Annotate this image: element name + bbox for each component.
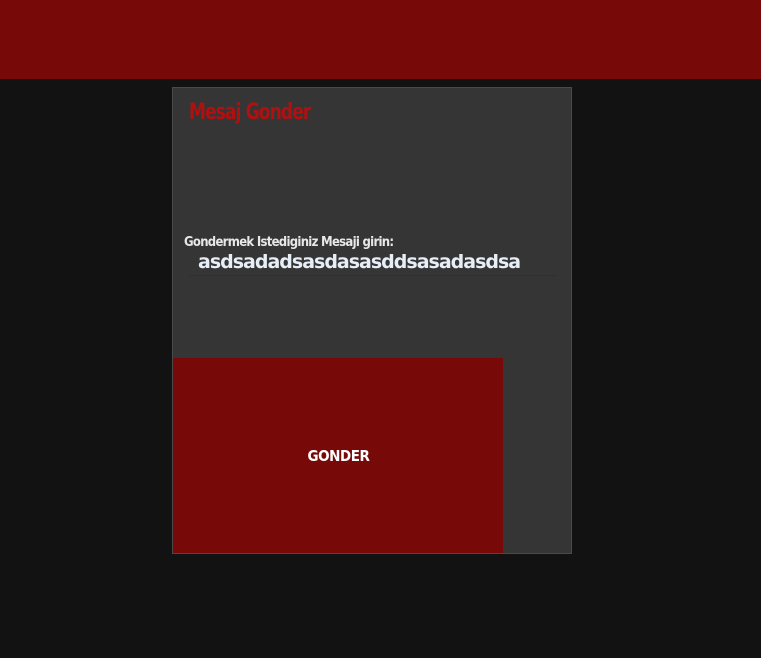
send-button[interactable]: GONDER: [173, 358, 503, 553]
form-title: Mesaj Gonder: [189, 100, 311, 125]
top-header-bar: [0, 0, 761, 79]
message-input[interactable]: [189, 248, 557, 276]
message-form-card: Mesaj Gonder Gondermek Istediginiz Mesaj…: [172, 87, 572, 554]
send-button-label: GONDER: [307, 446, 369, 465]
